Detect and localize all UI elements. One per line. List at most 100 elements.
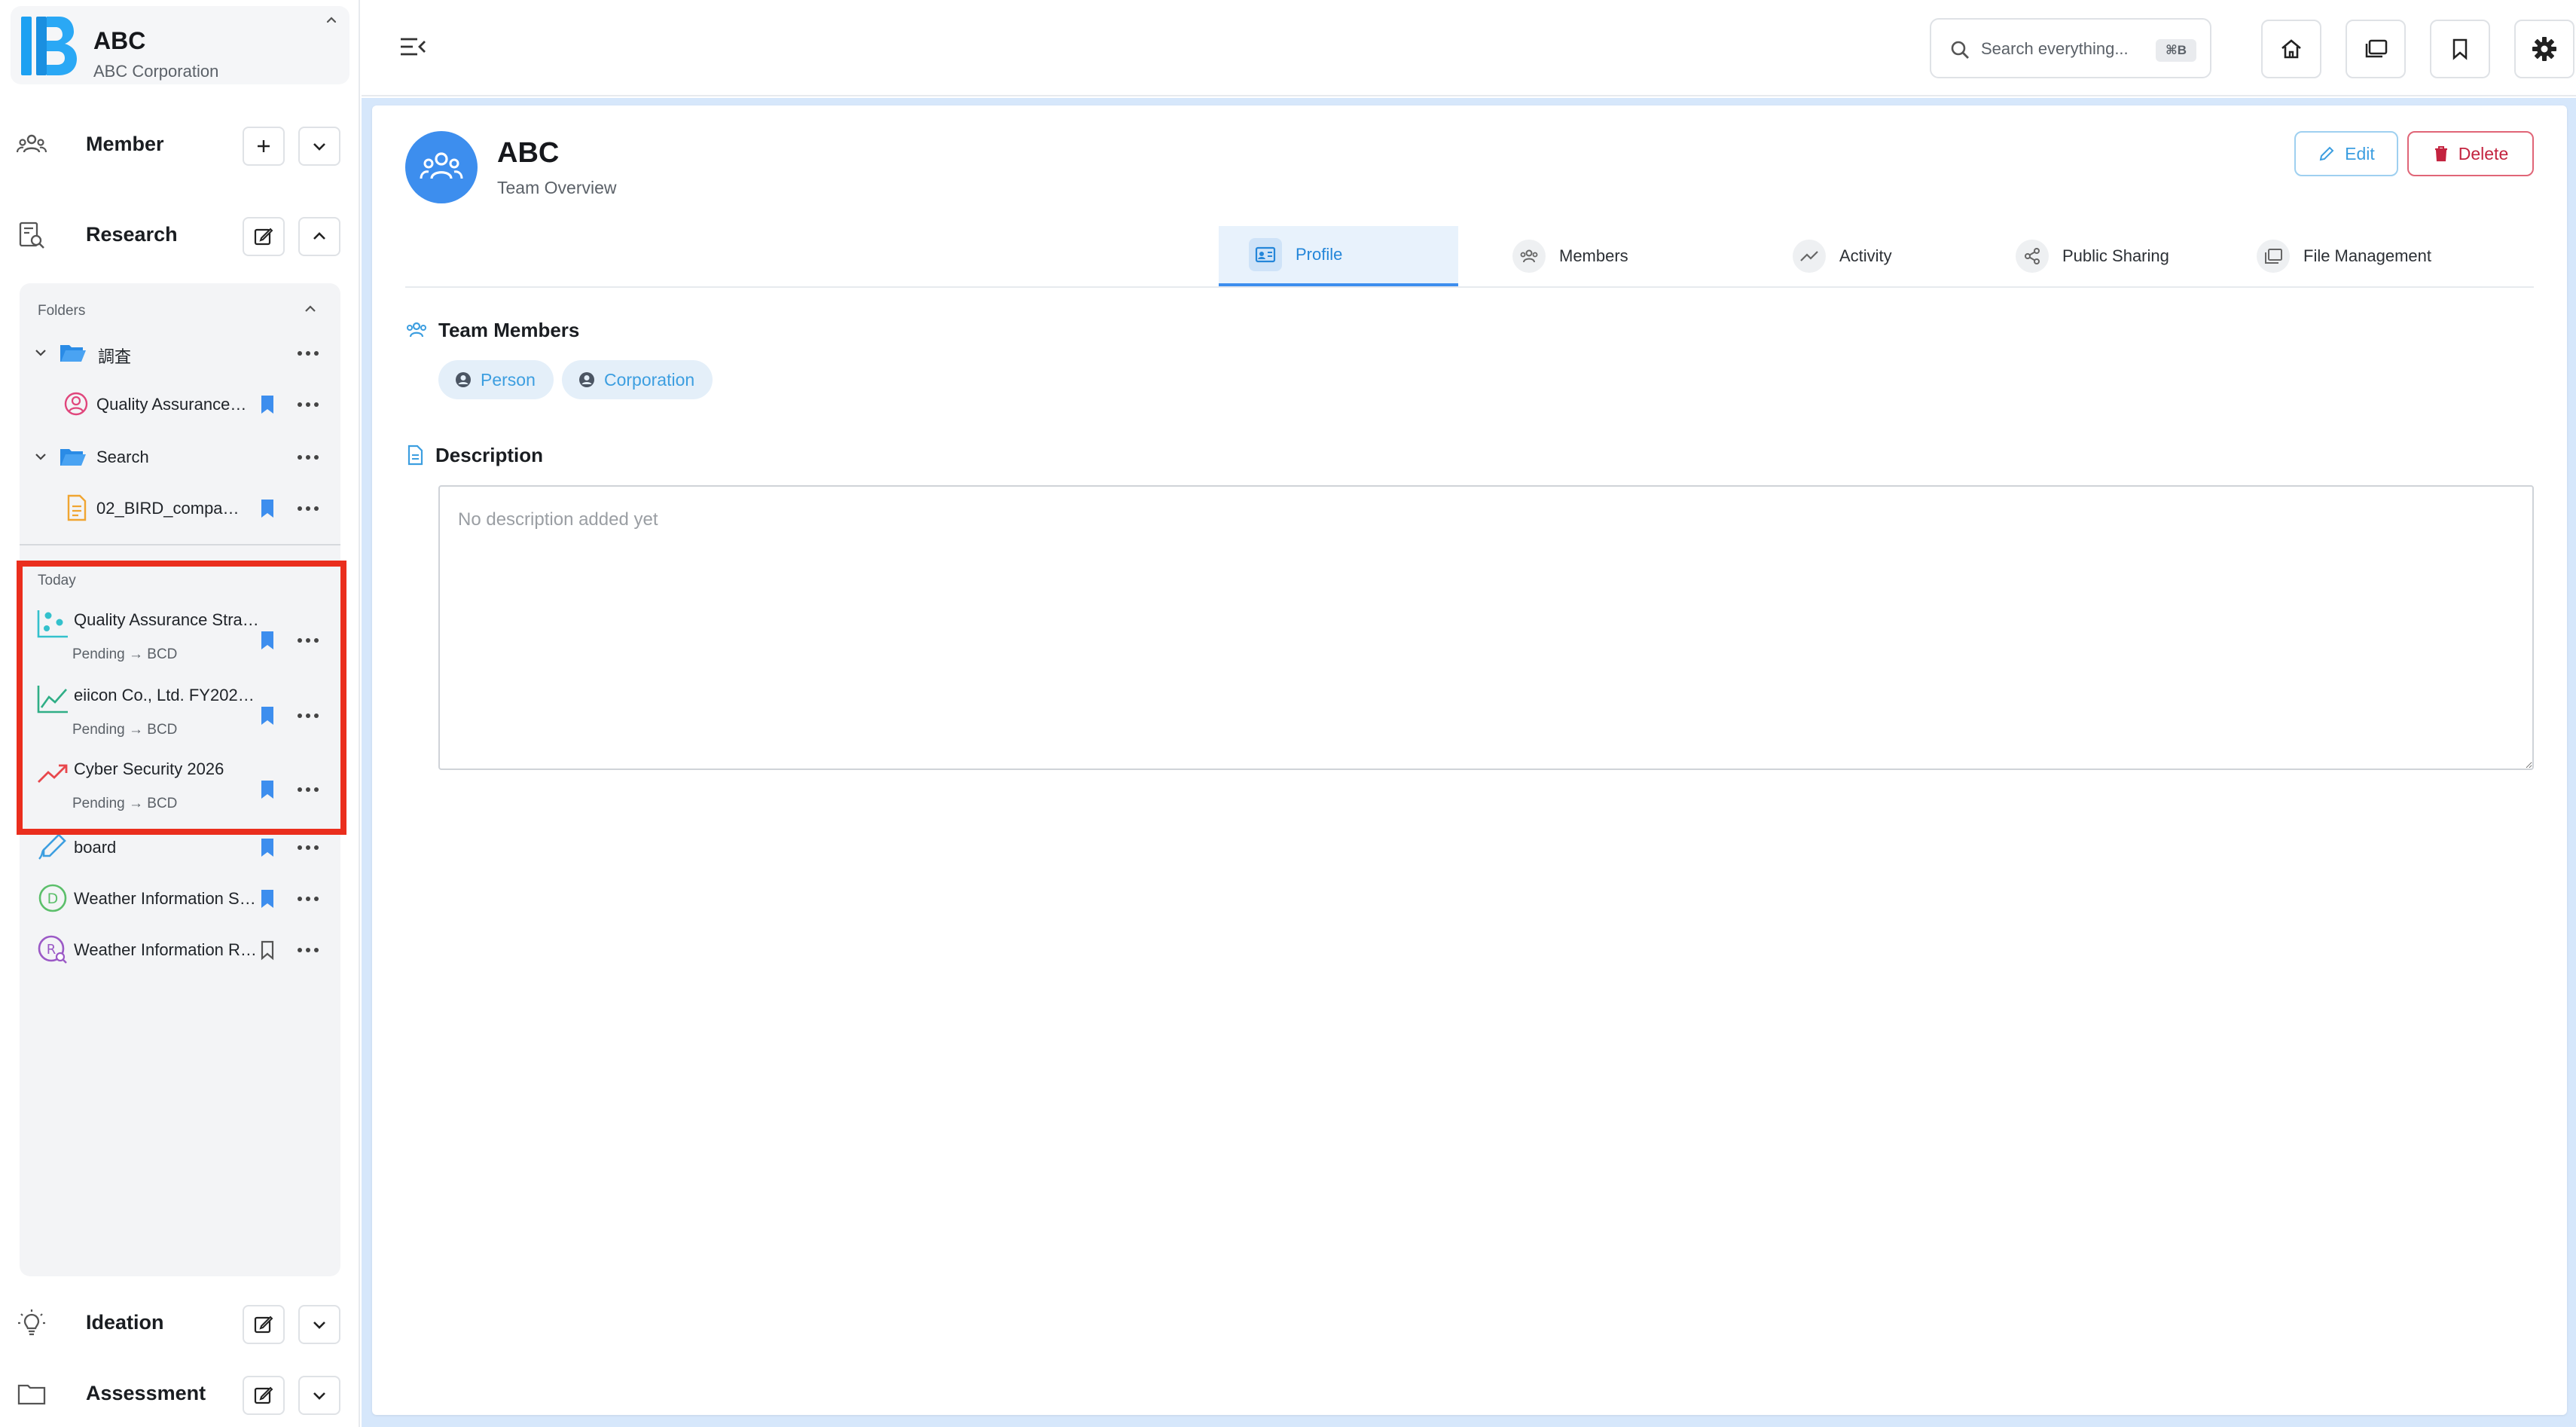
description-heading: Description [405,442,543,469]
delete-button[interactable]: Delete [2407,131,2534,176]
gear-icon [2532,37,2556,61]
more-icon[interactable] [295,448,321,466]
description-textarea[interactable] [438,485,2534,770]
chevron-up-icon[interactable] [301,300,319,318]
d-circle-icon: D [38,884,67,912]
member-chip[interactable]: Person [438,360,554,399]
list-item[interactable]: R Weather Information Research [20,925,340,975]
share-icon [2016,240,2049,273]
sidebar: ABC ABC Corporation Member Research Fold… [0,0,360,1427]
bookmark-filled-icon[interactable] [259,394,276,415]
document-icon [67,494,87,521]
profile-card-icon [1249,238,1282,271]
chip-label: Person [481,369,536,390]
more-icon[interactable] [295,941,321,959]
item-title: 02_BIRD_company_analysis [96,499,247,518]
expand-assessment-button[interactable] [298,1376,340,1415]
r-search-icon: R [38,935,67,964]
search-icon [1951,41,1969,59]
divider [20,544,340,545]
section-research[interactable]: Research [0,203,360,264]
bookmark-outline-icon[interactable] [259,940,276,961]
section-member[interactable]: Member [0,113,360,173]
pencil-icon [2319,146,2334,161]
tab-profile[interactable]: Profile [1219,226,1458,286]
workspace-subtitle: ABC Corporation [93,62,219,81]
person-circle-icon [64,392,88,416]
person-circle-icon [579,372,594,387]
chevron-down-icon[interactable] [32,448,50,466]
folder-open-icon [60,449,86,466]
list-item[interactable]: D Weather Information Service [20,874,340,924]
search-input[interactable] [1981,36,2139,62]
lightbulb-icon [18,1309,45,1336]
workspace-switcher[interactable]: ABC ABC Corporation [11,6,349,84]
bookmark-icon [2452,38,2468,60]
section-ideation[interactable]: Ideation [0,1291,360,1352]
tab-label: Activity [1839,246,1892,265]
highlight-box [17,561,346,835]
team-avatar [405,131,478,203]
new-assessment-button[interactable] [243,1376,285,1415]
document-icon [407,445,423,466]
edit-square-icon [254,1386,273,1404]
section-assessment[interactable]: Assessment [0,1362,360,1422]
pen-icon [38,833,66,860]
tab-public-sharing[interactable]: Public Sharing [1985,226,2227,286]
chevron-down-icon [313,1322,325,1329]
global-search[interactable]: ⌘B [1930,18,2211,78]
library-button[interactable] [2346,20,2406,78]
more-icon[interactable] [295,839,321,857]
item-title: Quality Assurance Team [96,395,247,414]
more-icon[interactable] [295,396,321,414]
bookmark-filled-icon[interactable] [259,837,276,858]
tree-item[interactable]: Quality Assurance Team [20,381,340,426]
tab-bar: Profile Members Activity Public Sharing … [405,226,2534,288]
expand-ideation-button[interactable] [298,1305,340,1344]
chevron-down-icon [313,143,325,151]
team-card: ABC Team Overview Edit Delete Profile Me… [372,105,2567,1415]
bookmark-filled-icon[interactable] [259,888,276,909]
member-chip[interactable]: Corporation [562,360,713,399]
section-label: Research [86,223,178,246]
settings-button[interactable] [2514,20,2574,78]
tab-file-management[interactable]: File Management [2227,226,2498,286]
new-research-button[interactable] [243,217,285,256]
folder-row[interactable]: 調査 [20,330,340,375]
tab-label: Members [1559,246,1628,265]
chevron-down-icon[interactable] [32,344,50,362]
bookmarks-button[interactable] [2430,20,2490,78]
folder-open-icon [60,345,86,362]
plus-icon [258,140,270,152]
activity-icon [1793,240,1826,273]
members-icon [1512,240,1546,273]
folder-icon [17,1384,46,1405]
expand-member-button[interactable] [298,127,340,166]
more-icon[interactable] [295,344,321,362]
edit-button[interactable]: Edit [2294,131,2398,176]
tab-label: Public Sharing [2062,246,2169,265]
tab-members[interactable]: Members [1482,226,1708,286]
add-member-button[interactable] [243,127,285,166]
edit-label: Edit [2345,143,2375,163]
new-ideation-button[interactable] [243,1305,285,1344]
collapse-research-button[interactable] [298,217,340,256]
more-icon[interactable] [295,890,321,908]
workspace-name: ABC [93,27,146,54]
bookmark-filled-icon[interactable] [259,498,276,519]
home-button[interactable] [2261,20,2321,78]
tab-activity[interactable]: Activity [1763,226,1958,286]
chevron-down-icon [313,1392,325,1400]
research-icon [19,222,44,249]
folder-row[interactable]: Search [20,434,340,479]
chevron-up-icon [313,232,325,240]
brand-logo [21,17,77,75]
sidebar-collapse-icon[interactable] [398,33,428,60]
chevron-updown-icon[interactable] [322,14,340,36]
files-icon [2257,240,2290,273]
page-subtitle: Team Overview [497,178,617,197]
team-icon [420,152,463,179]
folder-name: Search [96,448,149,466]
more-icon[interactable] [295,500,321,518]
tree-item[interactable]: 02_BIRD_company_analysis [20,485,340,530]
